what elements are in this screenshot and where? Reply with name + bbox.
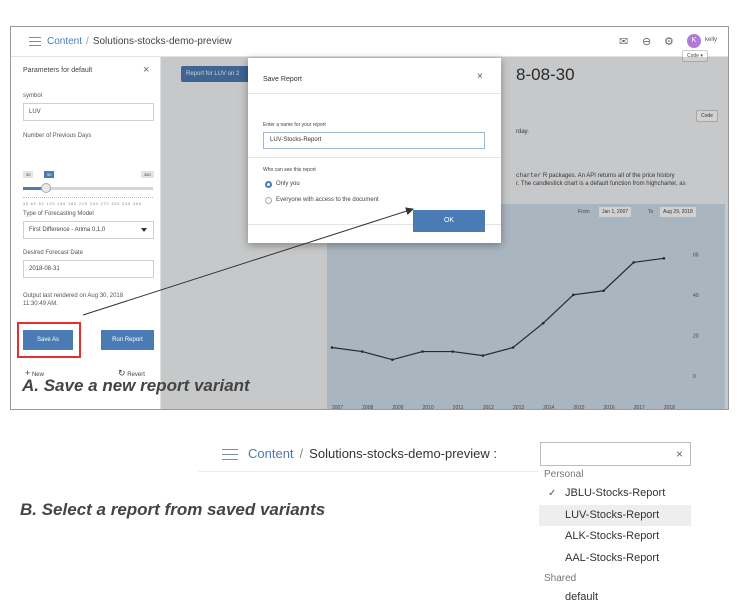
variant-option[interactable]: ALK-Stocks-Report <box>539 526 691 547</box>
variant-select[interactable]: × <box>540 442 691 466</box>
group-shared-label: Shared <box>544 573 577 584</box>
caption-b: B. Select a report from saved variants <box>20 500 326 519</box>
save-report-screenshot: Content / Solutions-stocks-demo-preview ✉ … <box>10 26 729 410</box>
variant-option[interactable]: ✓ JBLU-Stocks-Report <box>539 483 691 504</box>
group-personal-label: Personal <box>544 469 584 480</box>
breadcrumb: Content / Solutions-stocks-demo-preview : <box>248 446 497 461</box>
variant-option[interactable]: LUV-Stocks-Report <box>539 505 691 526</box>
variant-option[interactable]: AAL-Stocks-Report <box>539 548 691 569</box>
caption-a: A. Save a new report variant <box>22 376 250 395</box>
breadcrumb-current: Solutions-stocks-demo-preview : <box>309 446 498 461</box>
variant-dropdown: Personal ✓ JBLU-Stocks-Report LUV-Stocks… <box>539 466 691 609</box>
clear-icon[interactable]: × <box>676 447 683 461</box>
variant-option-label: JBLU-Stocks-Report <box>565 487 666 499</box>
breadcrumb-separator: / <box>299 446 304 461</box>
hamburger-menu-icon[interactable] <box>222 449 238 460</box>
check-icon: ✓ <box>548 488 557 499</box>
variant-option[interactable]: default <box>539 587 691 608</box>
annotation-arrow <box>82 207 414 316</box>
breadcrumb-content-link[interactable]: Content <box>248 446 294 461</box>
